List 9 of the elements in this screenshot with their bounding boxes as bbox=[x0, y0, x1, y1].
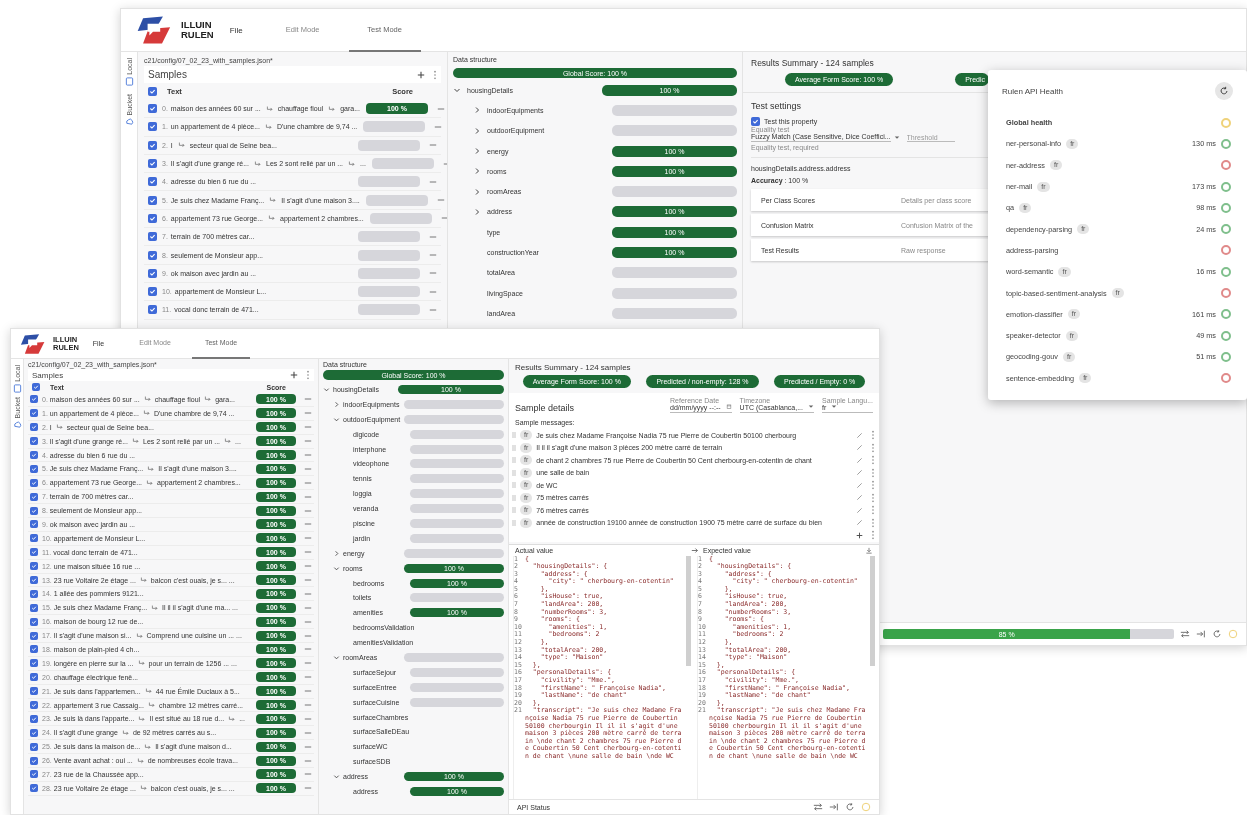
section-title: Sample details bbox=[515, 403, 575, 413]
logo-text: ILLUIN bbox=[181, 20, 213, 30]
dialog-title: Rulen API Health bbox=[1002, 86, 1063, 96]
panel-title: Results Summary - 124 samples bbox=[514, 363, 632, 372]
logo-text: RULEN bbox=[181, 30, 214, 40]
panel-title: Results Summary - 124 samples bbox=[751, 58, 875, 68]
section-title: Test settings bbox=[751, 101, 803, 111]
panel-title: Samples bbox=[32, 370, 64, 380]
panel-title: Samples bbox=[148, 69, 187, 80]
